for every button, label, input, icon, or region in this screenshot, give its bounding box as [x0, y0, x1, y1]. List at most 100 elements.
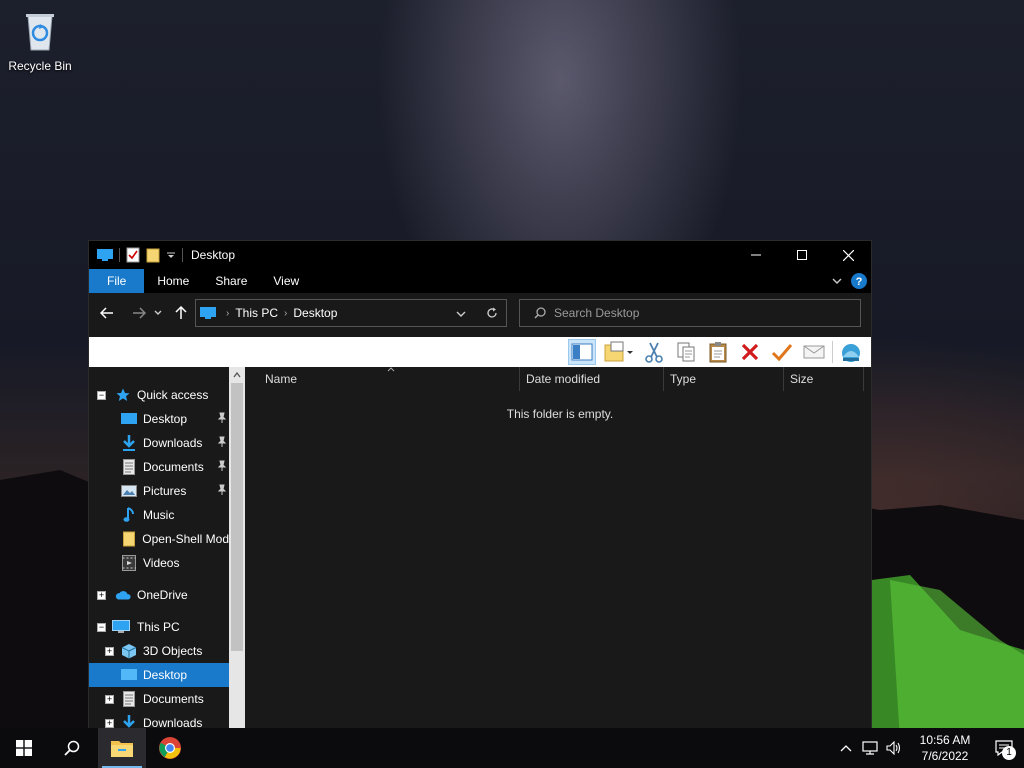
nav-qa-music[interactable]: Music	[89, 503, 229, 527]
nav-pc-documents[interactable]: Documents	[89, 687, 229, 711]
forward-button[interactable]	[127, 301, 151, 325]
delete-button[interactable]	[736, 339, 764, 365]
nav-pc-desktop[interactable]: Desktop	[89, 663, 229, 687]
tab-file[interactable]: File	[89, 269, 145, 293]
select-button[interactable]	[768, 339, 796, 365]
pin-icon	[217, 460, 227, 471]
column-divider[interactable]	[663, 367, 664, 391]
tab-share[interactable]: Share	[202, 269, 260, 293]
folder-icon	[121, 531, 136, 547]
toolbar-separator	[832, 341, 833, 363]
back-button[interactable]	[95, 301, 119, 325]
nav-quick-access[interactable]: Quick access	[89, 383, 229, 407]
minimize-button[interactable]	[733, 241, 779, 269]
taskbar-file-explorer[interactable]	[98, 728, 146, 768]
start-button[interactable]	[0, 728, 48, 768]
recent-locations-button[interactable]	[151, 301, 165, 325]
search-box[interactable]	[519, 299, 861, 327]
nav-qa-pictures[interactable]: Pictures	[89, 479, 229, 503]
expand-ribbon-icon[interactable]	[831, 275, 843, 287]
column-divider[interactable]	[783, 367, 784, 391]
scroll-up-button[interactable]	[229, 367, 245, 383]
refresh-icon[interactable]	[486, 307, 498, 319]
email-button[interactable]	[800, 339, 828, 365]
navigation-pane-icon	[571, 343, 593, 361]
desktop-icon-recycle-bin[interactable]: Recycle Bin	[4, 6, 76, 73]
folder-options-button[interactable]	[600, 339, 636, 365]
file-list-pane[interactable]: Name Date modified Type Size This folder…	[245, 367, 871, 729]
column-header-date-modified[interactable]: Date modified	[526, 367, 662, 391]
empty-folder-message: This folder is empty.	[506, 407, 614, 421]
ribbon-tabs: File Home Share View ?	[89, 269, 871, 293]
nav-label: Open-Shell Mod	[142, 532, 229, 546]
nav-qa-open-shell[interactable]: Open-Shell Mod	[89, 527, 229, 551]
search-input[interactable]	[554, 306, 844, 320]
nav-label: Downloads	[143, 436, 203, 450]
breadcrumb-chevron[interactable]: ›	[226, 308, 229, 319]
breadcrumb-this-pc[interactable]: This PC	[235, 306, 278, 320]
nav-this-pc[interactable]: This PC	[89, 615, 229, 639]
desktop-folder-icon	[121, 411, 137, 427]
scrollbar-thumb[interactable]	[231, 383, 243, 651]
help-icon[interactable]: ?	[851, 273, 867, 289]
title-bar[interactable]: Desktop	[89, 241, 871, 269]
navigation-pane-toggle-button[interactable]	[568, 339, 596, 365]
clock[interactable]: 10:56 AM 7/6/2022	[906, 732, 984, 764]
column-divider[interactable]	[519, 367, 520, 391]
computer-icon	[200, 307, 216, 319]
nav-qa-videos[interactable]: Videos	[89, 551, 229, 575]
column-header-size[interactable]: Size	[790, 367, 860, 391]
nav-label: This PC	[137, 620, 180, 634]
nav-label: Pictures	[143, 484, 187, 498]
nav-onedrive[interactable]: OneDrive	[89, 583, 229, 607]
volume-button[interactable]	[882, 728, 906, 768]
minimize-icon	[751, 254, 761, 256]
chevron-down-icon[interactable]	[166, 250, 176, 260]
breadcrumb-desktop[interactable]: Desktop	[293, 306, 337, 320]
nav-pc-downloads[interactable]: Downloads	[89, 711, 229, 729]
new-folder-icon[interactable]	[146, 247, 160, 263]
address-bar[interactable]: › This PC › Desktop	[195, 299, 507, 327]
nav-qa-desktop[interactable]: Desktop	[89, 407, 229, 431]
paste-button[interactable]	[704, 339, 732, 365]
close-button[interactable]	[825, 241, 871, 269]
nav-label: Videos	[143, 556, 180, 570]
maximize-button[interactable]	[779, 241, 825, 269]
copy-button[interactable]	[672, 339, 700, 365]
navigation-scrollbar[interactable]	[229, 367, 245, 729]
action-center-button[interactable]: 1	[984, 728, 1024, 768]
tab-view[interactable]: View	[260, 269, 312, 293]
tab-home[interactable]: Home	[144, 269, 202, 293]
nav-label: Quick access	[137, 388, 209, 402]
envelope-icon	[803, 345, 825, 359]
properties-icon[interactable]	[126, 247, 140, 263]
address-row: › This PC › Desktop	[89, 293, 871, 333]
search-button[interactable]	[48, 728, 96, 768]
clock-time: 10:56 AM	[919, 733, 971, 747]
column-header-name[interactable]: Name	[265, 367, 519, 391]
maximize-icon	[797, 250, 807, 260]
windows-logo-icon	[16, 740, 32, 756]
network-icon	[862, 741, 878, 755]
taskbar-chrome[interactable]	[146, 728, 194, 768]
column-divider[interactable]	[863, 367, 864, 391]
column-header-type[interactable]: Type	[670, 367, 782, 391]
open-shell-settings-button[interactable]	[837, 339, 865, 365]
address-dropdown-icon[interactable]	[456, 310, 466, 318]
nav-label: Desktop	[143, 412, 188, 426]
nav-qa-downloads[interactable]: Downloads	[89, 431, 229, 455]
breadcrumb-chevron[interactable]: ›	[284, 308, 287, 319]
delete-icon	[741, 343, 759, 361]
nav-qa-documents[interactable]: Documents	[89, 455, 229, 479]
network-button[interactable]	[858, 728, 882, 768]
nav-label: OneDrive	[137, 588, 188, 602]
search-icon	[534, 307, 546, 319]
file-explorer-window: Desktop File Home Share View ? › This PC…	[88, 240, 872, 729]
clock-date: 7/6/2022	[921, 749, 969, 763]
close-icon	[842, 249, 854, 261]
desktop-icon-label: Recycle Bin	[8, 59, 72, 73]
up-button[interactable]	[169, 301, 193, 325]
show-hidden-icons-button[interactable]	[834, 728, 858, 768]
nav-3d-objects[interactable]: 3D Objects	[89, 639, 229, 663]
cut-button[interactable]	[640, 339, 668, 365]
